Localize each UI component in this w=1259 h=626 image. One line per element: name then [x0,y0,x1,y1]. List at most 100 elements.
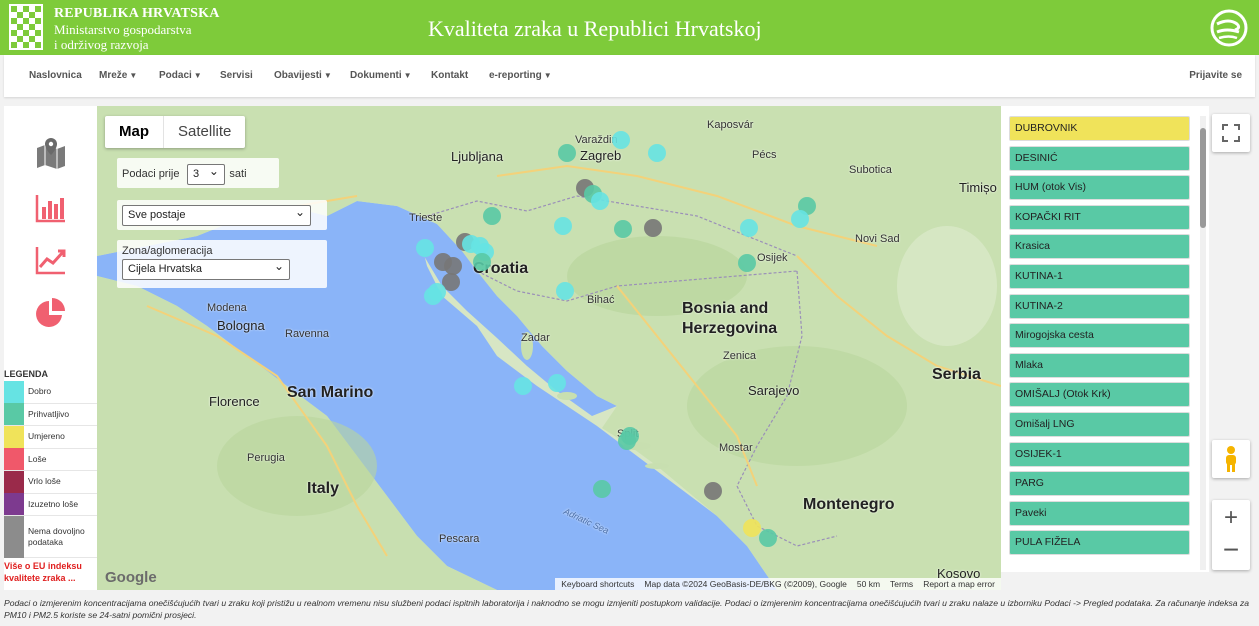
station-filter-control: Sve postaje [117,200,327,230]
nav-naslovnica[interactable]: Naslovnica [29,70,82,81]
page-title: Kvaliteta zraka u Republici Hrvatskoj [428,16,762,41]
station-marker[interactable] [743,519,761,537]
report-error-link[interactable]: Report a map error [923,579,995,589]
station-item[interactable]: DUBROVNIK [1009,116,1190,141]
zone-label: Zona/aglomeracija [122,245,213,257]
station-item[interactable]: Krasica [1009,234,1190,260]
stations-select[interactable]: Sve postaje [122,203,311,226]
station-marker[interactable] [473,253,491,271]
zoom-in-button[interactable]: + [1224,500,1238,535]
station-marker[interactable] [791,210,809,228]
hours-control: Podaci prije 3 sati [117,158,279,188]
station-marker[interactable] [424,287,442,305]
hours-label: Podaci prije [122,168,180,180]
station-item[interactable]: Omišalj LNG [1009,411,1190,437]
nav-dokumenti[interactable]: Dokumenti ▼ [350,70,412,81]
station-marker[interactable] [554,217,572,235]
legend-title: LEGENDA [4,369,49,379]
station-item[interactable]: Mlaka [1009,352,1190,378]
station-item[interactable]: PULA FIŽELA [1009,530,1190,556]
station-marker[interactable] [759,529,777,547]
legend-label: Loše [28,453,47,464]
station-marker[interactable] [704,482,722,500]
map-icon[interactable] [34,136,68,170]
station-item[interactable]: KOPAČKI RIT [1009,204,1190,230]
station-marker[interactable] [556,282,574,300]
station-marker[interactable] [548,374,566,392]
nav-podaci[interactable]: Podaci ▼ [159,70,202,81]
zoom-control: + − [1212,500,1250,570]
station-marker[interactable] [593,480,611,498]
nav-kontakt[interactable]: Kontakt [431,70,468,81]
street-view-button[interactable] [1212,440,1250,478]
legend-swatch [4,403,24,426]
nav-servisi[interactable]: Servisi [220,70,253,81]
station-marker[interactable] [591,192,609,210]
station-marker[interactable] [416,239,434,257]
station-marker[interactable] [612,131,630,149]
pie-chart-icon[interactable] [34,296,68,330]
pegman-icon [1226,446,1236,472]
legend-swatch [4,470,24,493]
legend-label: Nema dovoljno podataka [28,525,85,547]
hours-unit: sati [229,168,247,180]
terms-link[interactable]: Terms [890,579,913,589]
station-marker[interactable] [644,219,662,237]
nav-obavijesti[interactable]: Obavijesti ▼ [274,70,332,81]
ministry-name[interactable]: REPUBLIKA HRVATSKA Ministarstvo gospodar… [54,6,220,52]
google-logo[interactable]: Google [105,569,157,586]
hours-select[interactable]: 3 [186,162,225,185]
station-marker[interactable] [483,207,501,225]
legend-label: Izuzetno loše [28,498,79,509]
station-item[interactable]: OMIŠALJ (Otok Krk) [1009,382,1190,408]
bar-chart-icon[interactable] [34,191,68,225]
station-list: DUBROVNIK DESINIĆ HUM (otok Vis) KOPAČKI RI… [1001,106,1209,572]
air-quality-map[interactable]: Ljubljana Zagreb Varaždin Kaposvár Pécs … [97,106,1001,590]
station-marker[interactable] [514,377,532,395]
station-marker[interactable] [738,254,756,272]
nav-e-reporting[interactable]: e-reporting ▼ [489,70,552,81]
station-item[interactable]: HUM (otok Vis) [1009,175,1190,201]
keyboard-shortcuts-link[interactable]: Keyboard shortcuts [561,579,634,589]
station-marker[interactable] [614,220,632,238]
eu-index-link[interactable]: Više o EU indeksu kvalitete zraka ... [4,560,97,584]
coat-of-arms-logo[interactable] [9,4,43,50]
station-item[interactable]: DESINIĆ [1009,145,1190,171]
station-marker[interactable] [444,257,462,275]
caret-down-icon: ▼ [403,71,412,80]
station-item[interactable]: Mirogojska cesta [1009,323,1190,349]
station-item[interactable]: KUTINA-1 [1009,263,1190,289]
legend-row: Vrlo loše [4,470,97,494]
legend-swatch [4,515,24,558]
zone-select[interactable]: Cijela Hrvatska [122,257,290,280]
nav-mreze[interactable]: Mreže ▼ [99,70,137,81]
org-line1: REPUBLIKA HRVATSKA [54,6,220,21]
legend-label: Vrlo loše [28,476,61,487]
station-marker[interactable] [740,219,758,237]
map-type-map-button[interactable]: Map [105,116,164,148]
fullscreen-icon [1222,124,1240,142]
station-item[interactable]: OSIJEK-1 [1009,441,1190,467]
station-marker[interactable] [618,432,636,450]
line-chart-icon[interactable] [34,243,68,277]
legend-swatch [4,425,24,448]
org-line3: i održivog razvoja [54,37,149,52]
station-marker[interactable] [648,144,666,162]
map-type-satellite-button[interactable]: Satellite [164,116,245,148]
station-item[interactable]: PARG [1009,471,1190,497]
scrollbar-thumb[interactable] [1200,128,1206,228]
caret-down-icon: ▼ [543,71,552,80]
map-attribution: Keyboard shortcuts Map data ©2024 GeoBas… [555,578,1001,590]
air-wind-logo-icon[interactable] [1209,8,1249,48]
login-link[interactable]: Prijavite se [1189,70,1242,81]
station-marker[interactable] [558,144,576,162]
station-item[interactable]: KUTINA-2 [1009,293,1190,319]
zoom-out-button[interactable]: − [1223,535,1239,570]
legend-row: Nema dovoljno podataka [4,515,97,558]
legend-swatch [4,380,24,403]
legend: LEGENDA Dobro Prihvatljivo Umjereno Loše Vrl… [4,369,97,584]
zone-control: Zona/aglomeracija Cijela Hrvatska [117,240,327,288]
disclaimer-footnote: Podaci o izmjerenim koncentracijama oneč… [4,598,1250,620]
station-item[interactable]: Paveki [1009,500,1190,526]
fullscreen-button[interactable] [1212,114,1250,152]
